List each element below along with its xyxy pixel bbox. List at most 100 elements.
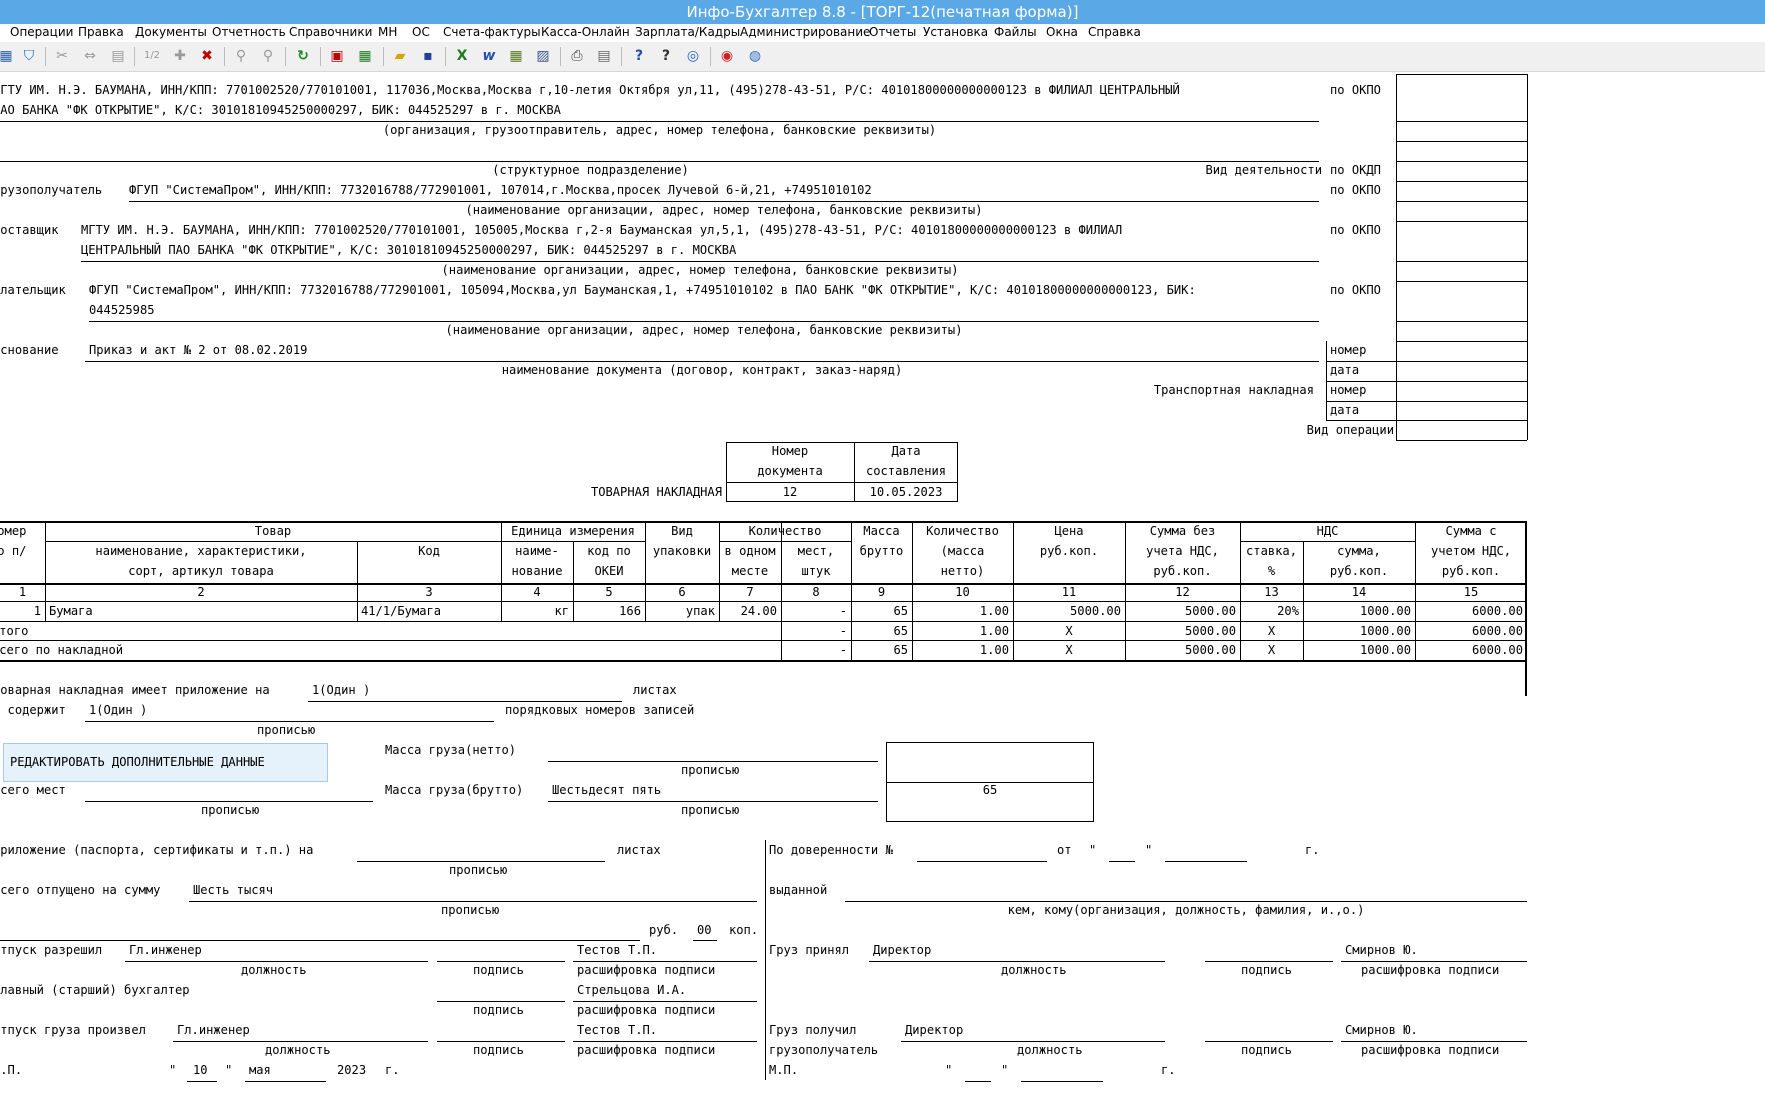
open-folder-icon[interactable]: ▰ xyxy=(390,46,410,66)
menu-reports[interactable]: Отчеты xyxy=(869,25,916,39)
refresh-icon[interactable]: ↻ xyxy=(293,46,313,66)
pdf-icon[interactable]: ▣ xyxy=(327,46,347,66)
shipper-line-1: МГТУ ИМ. Н.Э. БАУМАНА, ИНН/КПП: 77010025… xyxy=(0,83,1180,97)
context-help-icon[interactable]: ? xyxy=(656,46,676,66)
col-goods-name-header-1: наименование, характеристики, xyxy=(95,544,307,558)
toolbar: ▦ ⛉ ✂ ⇔ ▤ 1/2 ✚ ✖ ⚲ ⚲ ↻ ▣ ▦ ▰ ▪ X w ▦ ▨ … xyxy=(0,42,1765,72)
payer-line-1: ФГУП "СистемаПром", ИНН/КПП: 7732016788/… xyxy=(89,283,1196,297)
menu-help[interactable]: Справка xyxy=(1088,25,1141,39)
transport-label: Транспортная накладная xyxy=(1153,383,1314,397)
decode-caption: расшифровка подписи xyxy=(1361,963,1500,977)
row-sum-vat: 6000.00 xyxy=(1472,604,1523,618)
col-qty-one-header-1: в одном xyxy=(724,544,776,558)
chief-accountant-label: Главный (старший) бухгалтер xyxy=(0,983,190,997)
menu-edit[interactable]: Правка xyxy=(78,25,124,39)
docnum-header-1: Номер xyxy=(771,444,809,458)
link-icon[interactable]: ⚲ xyxy=(231,46,251,66)
cut-icon[interactable]: ✂ xyxy=(52,46,72,66)
calculator-icon[interactable]: ▦ xyxy=(355,46,375,66)
numbering-icon[interactable]: 1/2 xyxy=(142,46,162,66)
filter-icon[interactable]: ⛉ xyxy=(19,46,39,66)
move-icon[interactable]: ⇔ xyxy=(80,46,100,66)
window-title: Инфо-Бухгалтер 8.8 - [ТОРГ-12(печатная ф… xyxy=(0,0,1765,24)
quote-close: " xyxy=(1001,1063,1009,1077)
edit-additional-data-button[interactable]: РЕДАКТИРОВАТЬ ДОПОЛНИТЕЛЬНЫЕ ДАННЫЕ xyxy=(3,743,328,782)
grand-gross: 65 xyxy=(893,643,908,657)
delete-icon[interactable]: ✖ xyxy=(197,46,217,66)
propisyu-caption: прописью xyxy=(441,903,500,917)
quote-close: " xyxy=(225,1063,233,1077)
grand-sum-vat: 6000.00 xyxy=(1472,643,1523,657)
table-icon[interactable]: ▦ xyxy=(0,46,16,66)
print-icon[interactable]: ⎙ xyxy=(567,46,587,66)
compass-icon[interactable]: ◎ xyxy=(683,46,703,66)
col-number: 3 xyxy=(425,585,433,599)
total-label: Итого xyxy=(0,624,29,638)
payer-line-2: 044525985 xyxy=(89,303,155,317)
image-icon[interactable]: ▨ xyxy=(533,46,553,66)
col-number: 2 xyxy=(197,585,205,599)
unlink-icon[interactable]: ⚲ xyxy=(258,46,278,66)
col-num-header-1: Номер xyxy=(0,524,27,538)
issued-label: выданной xyxy=(769,883,828,897)
paste-icon[interactable]: ▤ xyxy=(108,46,128,66)
signature-caption: подпись xyxy=(473,1043,524,1057)
menu-salary[interactable]: Зарплата/Кадры xyxy=(635,25,740,39)
payer-label: Плательщик xyxy=(0,283,66,297)
decode-caption: расшифровка подписи xyxy=(1361,1043,1500,1057)
basis-value: Приказ и акт № 2 от 08.02.2019 xyxy=(89,343,308,357)
word-icon[interactable]: w xyxy=(479,46,499,66)
preview-icon[interactable]: ▤ xyxy=(594,46,614,66)
released-sum-label: Всего отпущено на сумму xyxy=(0,883,161,897)
menu-settings[interactable]: Установка xyxy=(923,25,988,39)
col-number: 13 xyxy=(1264,585,1279,599)
col-sum-novat-header-1: Сумма без xyxy=(1149,524,1216,538)
row-qty-places: - xyxy=(839,604,847,618)
position-caption: должность xyxy=(241,963,307,977)
gross-mass-value: Шестьдесят пять xyxy=(552,783,662,797)
row-code: 41/1/Бумага xyxy=(361,604,442,618)
col-sum-novat-header-3: руб.коп. xyxy=(1153,564,1212,578)
col-number: 8 xyxy=(812,585,820,599)
position-caption: должность xyxy=(265,1043,331,1057)
contains-value: 1(Один ) xyxy=(89,703,148,717)
menu-windows[interactable]: Окна xyxy=(1046,25,1078,39)
col-number: 4 xyxy=(533,585,541,599)
menu-mn[interactable]: МН xyxy=(378,25,397,39)
menu-os[interactable]: ОС xyxy=(412,25,430,39)
places-label: Всего мест xyxy=(0,783,66,797)
col-num-header-2: по п/п xyxy=(0,544,26,558)
grand-sum-novat: 5000.00 xyxy=(1185,643,1236,657)
menu-files[interactable]: Файлы xyxy=(994,25,1037,39)
row-qty-one: 24.00 xyxy=(740,604,777,618)
total-sum-vat: 6000.00 xyxy=(1472,624,1523,638)
save-icon[interactable]: ▪ xyxy=(418,46,438,66)
calc-sheet-icon[interactable]: ▦ xyxy=(506,46,526,66)
okpo-label: по ОКПО xyxy=(1330,283,1381,297)
quote-open: " xyxy=(945,1063,953,1077)
menu-documents[interactable]: Документы xyxy=(135,25,207,39)
menu-reporting[interactable]: Отчетность xyxy=(212,25,286,39)
excel-icon[interactable]: X xyxy=(452,46,472,66)
stamp-label: М.П. xyxy=(0,1063,23,1077)
menu-references[interactable]: Справочники xyxy=(289,25,372,39)
supplier-label: Поставщик xyxy=(0,223,59,237)
menu-cashbox[interactable]: Касса-Онлайн xyxy=(541,25,630,39)
issued-caption: кем, кому(организация, должность, фамили… xyxy=(1007,903,1365,917)
operation-label: Вид операции xyxy=(1306,423,1394,437)
col-number: 11 xyxy=(1061,585,1077,599)
date-year: 2023 xyxy=(337,1063,367,1077)
menu-administration[interactable]: Администрирование xyxy=(740,25,870,39)
menu-operations[interactable]: Операции xyxy=(10,25,73,39)
date-month: мая xyxy=(249,1063,271,1077)
col-net-header-1: Количество xyxy=(926,524,999,538)
help-icon[interactable]: ? xyxy=(629,46,649,66)
menu-invoices[interactable]: Счета-фактуры xyxy=(443,25,541,39)
cargo-accepted-position: Директор xyxy=(873,943,932,957)
col-price-header-1: Цена xyxy=(1054,524,1084,538)
globe-icon[interactable]: ◍ xyxy=(745,46,765,66)
add-icon[interactable]: ✚ xyxy=(170,46,190,66)
torg12-print-form: МГТУ ИМ. Н.Э. БАУМАНА, ИНН/КПП: 77010025… xyxy=(0,74,1765,1114)
lifebuoy-icon[interactable]: ◉ xyxy=(717,46,737,66)
col-unit-name-header-2: нование xyxy=(511,564,563,578)
